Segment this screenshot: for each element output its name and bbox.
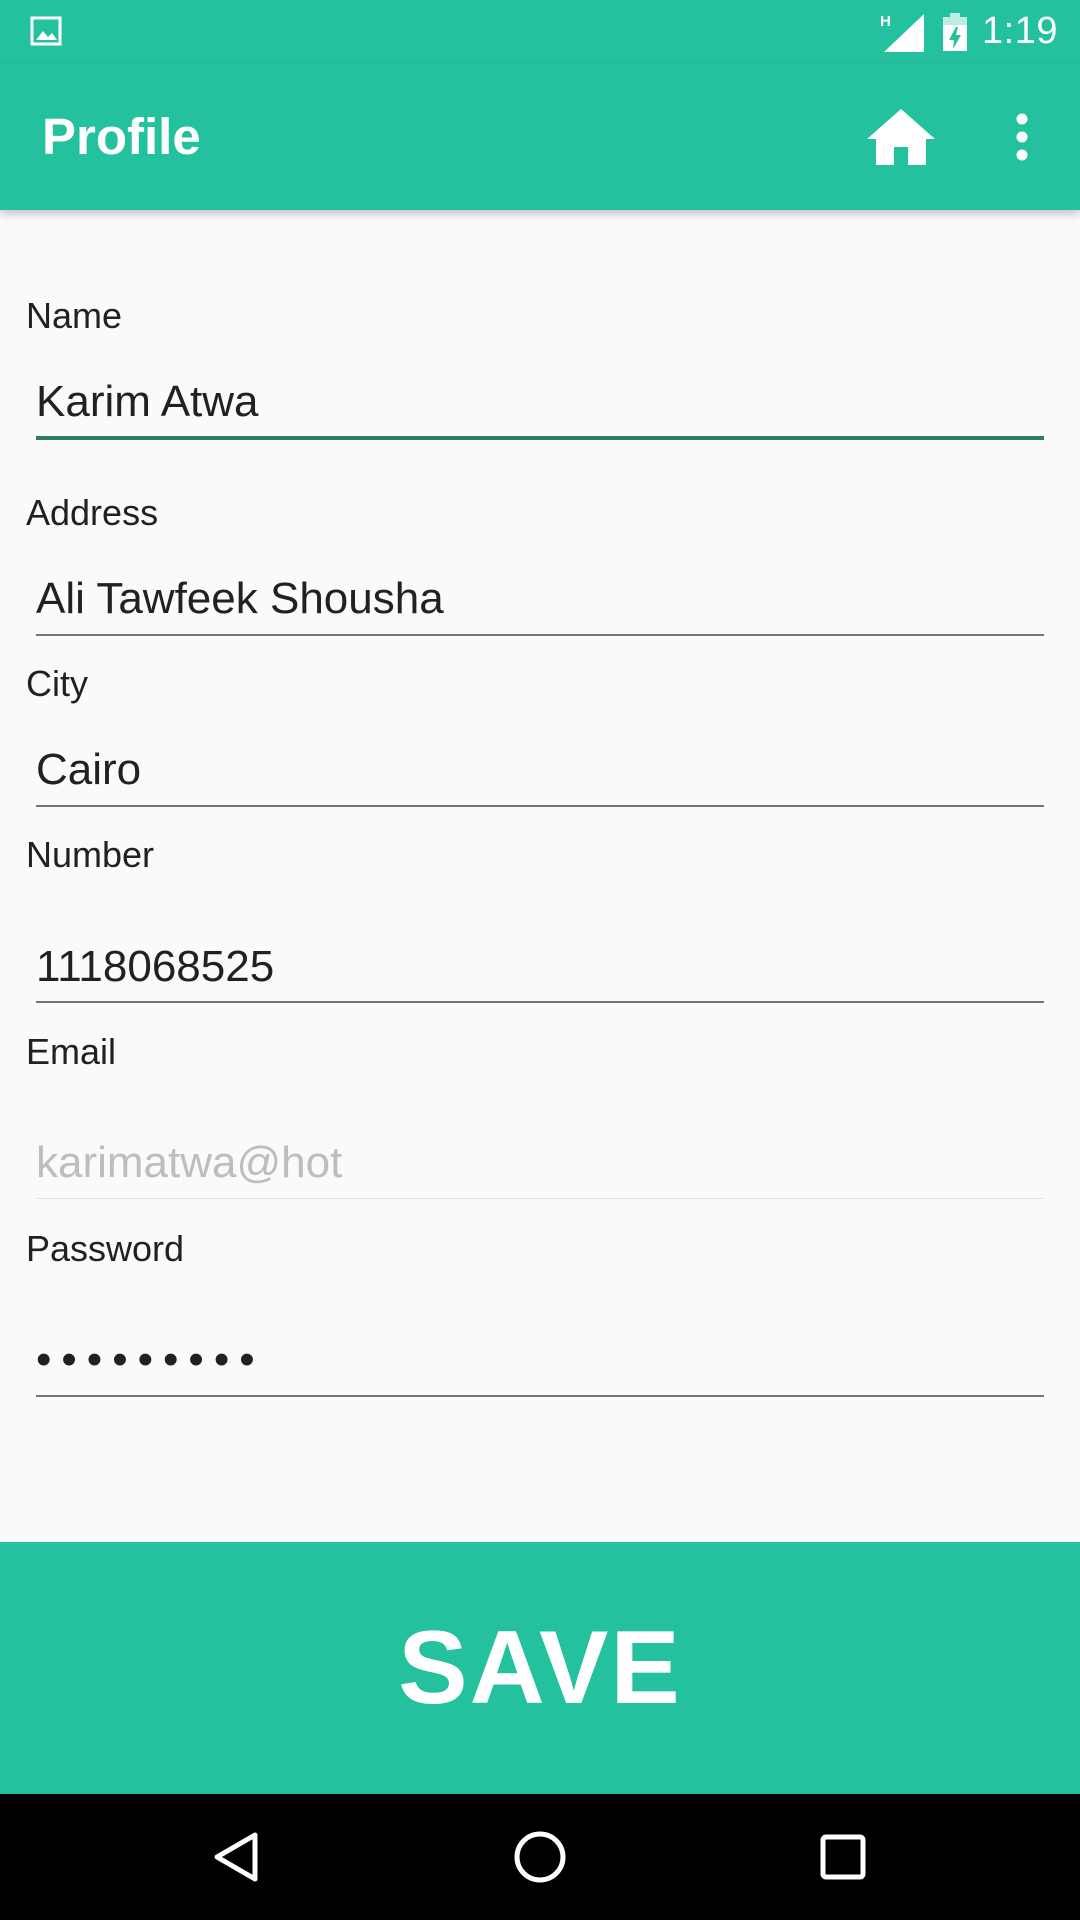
more-vert-icon	[1016, 113, 1028, 161]
nav-recents-button[interactable]	[813, 1827, 873, 1887]
city-underline	[36, 805, 1044, 807]
system-nav-bar	[0, 1794, 1080, 1920]
signal-icon: H	[880, 13, 925, 52]
app-bar: Profile	[0, 63, 1080, 210]
email-field[interactable]	[36, 1128, 1044, 1198]
password-label: Password	[26, 1228, 185, 1269]
save-button[interactable]: SAVE	[0, 1542, 1080, 1794]
address-underline	[36, 634, 1044, 636]
save-button-label: SAVE	[398, 1609, 682, 1726]
number-label: Number	[26, 834, 155, 875]
status-time: 1:19	[982, 10, 1058, 52]
city-field[interactable]	[36, 735, 1044, 805]
home-icon	[867, 109, 935, 165]
password-underline	[36, 1395, 1044, 1397]
name-underline	[36, 436, 1044, 440]
password-field[interactable]	[36, 1325, 1044, 1395]
number-underline	[36, 1001, 1044, 1003]
recents-icon	[820, 1834, 866, 1880]
network-type-label: H	[880, 13, 891, 30]
profile-form: Name Address City Number Email Password	[0, 210, 1080, 1542]
nav-home-button[interactable]	[510, 1827, 570, 1887]
battery-charging-icon	[943, 12, 968, 51]
image-icon	[30, 16, 62, 46]
number-field[interactable]	[36, 932, 1044, 1002]
address-label: Address	[26, 492, 159, 533]
email-underline	[36, 1198, 1044, 1199]
home-button[interactable]	[860, 99, 942, 175]
home-circle-icon	[514, 1831, 566, 1883]
overflow-menu-button[interactable]	[996, 99, 1048, 175]
address-field[interactable]	[36, 564, 1044, 634]
name-field[interactable]	[36, 367, 1044, 437]
page-title: Profile	[42, 108, 201, 165]
back-icon	[214, 1832, 258, 1882]
city-label: City	[26, 663, 88, 704]
email-label: Email	[26, 1031, 117, 1072]
nav-back-button[interactable]	[206, 1827, 266, 1887]
status-bar: H 1:19	[0, 0, 1080, 63]
status-icons: H 1:19	[880, 0, 1058, 63]
name-label: Name	[26, 295, 123, 336]
